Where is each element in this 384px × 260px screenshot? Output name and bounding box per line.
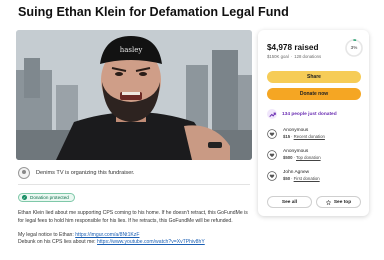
story-text: Ethan Klein lied about me supporting CPS… [18,210,250,247]
see-top-label: See top [333,199,352,205]
legal-notice-line: My legal notice to Ethan: https://imgur.… [18,232,250,240]
divider [18,184,250,185]
donor-heart-icon [267,150,277,160]
hero-photo: hasley [16,30,252,160]
donor-heart-icon [267,129,277,139]
progress-ring: 3% [344,38,364,58]
donor-tag[interactable]: First donation [294,176,320,181]
organizer-avatar-icon [18,167,30,179]
donor-amount: $15 [283,134,291,139]
donor-item: John Agnew $50·First donation [267,170,320,182]
legal-notice-label: My legal notice to Ethan: [18,231,74,238]
see-top-button[interactable]: See top [316,196,361,208]
donor-tag[interactable]: Recent donation [294,134,325,139]
see-all-label: See all [281,199,298,205]
story-paragraph: Ethan Klein lied about me supporting CPS… [18,210,248,224]
legal-notice-link[interactable]: https://imgur.com/a/8Nt1KzF [75,232,139,238]
donation-count: 128 donations [294,54,322,59]
organizer-text: Denims TV is organizing this fundraiser. [36,170,135,176]
check-icon: ✓ [22,195,27,200]
trending-up-icon [267,109,277,119]
hero-image[interactable]: hasley [16,30,252,160]
organizer-row: Denims TV is organizing this fundraiser. [18,167,134,179]
debunk-label: Debunk on his CPS lies about me: [18,239,96,246]
donor-amount: $500 [283,155,293,160]
star-icon [325,199,331,205]
donor-item: Anonymous $500·Top donation [267,149,321,161]
donor-heart-icon [267,171,277,181]
page-title: Suing Ethan Klein for Defamation Legal F… [18,5,289,19]
share-button[interactable]: Share [267,71,361,83]
donation-card: $4,978 raised $150K goal · 128 donations 3… [258,30,369,216]
donation-protected-badge[interactable]: ✓ Donation protected [18,193,75,202]
debunk-line: Debunk on his CPS lies about me: https:/… [18,239,250,247]
donation-protected-label: Donation protected [30,195,69,200]
cap-logo: hasley [120,46,143,54]
donor-amount: $50 [283,176,291,181]
donate-now-button[interactable]: Donate now [267,88,361,100]
trending-text: 134 people just donated [282,111,337,117]
amount-raised: $4,978 raised [267,43,319,52]
donor-item: Anonymous $15·Recent donation [267,128,325,140]
trending-row: 134 people just donated [267,109,337,119]
see-all-button[interactable]: See all [267,196,312,208]
debunk-link[interactable]: https://www.youtube.com/watch?v=XvTPhiv8… [97,239,205,245]
progress-percent: 3% [350,45,358,50]
goal-summary: $150K goal · 128 donations [267,54,322,59]
goal-amount: $150K goal [267,54,289,59]
donor-tag[interactable]: Top donation [296,155,321,160]
